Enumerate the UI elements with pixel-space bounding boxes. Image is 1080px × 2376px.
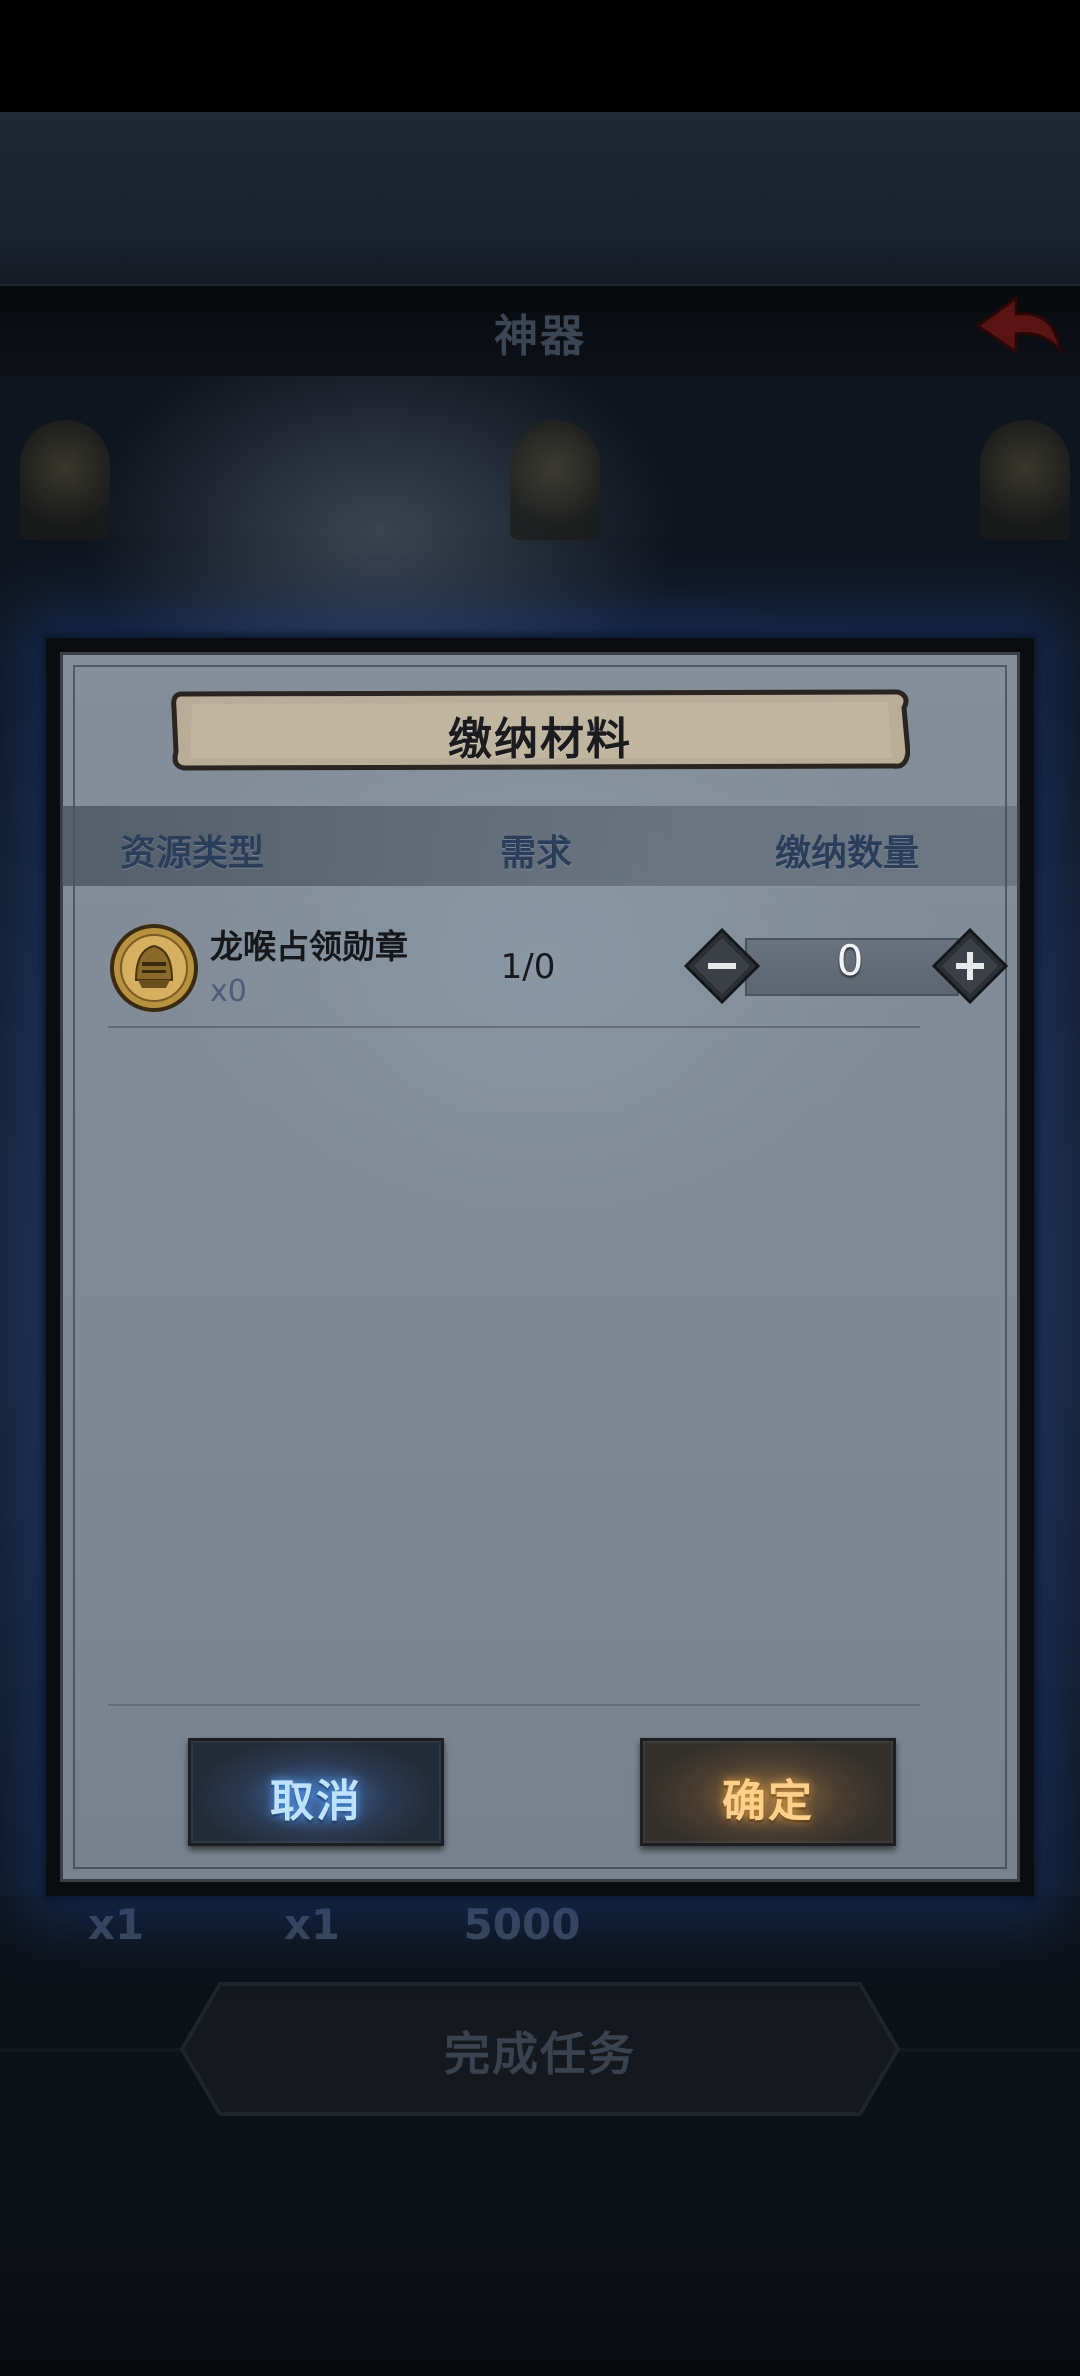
background-lamp	[20, 420, 110, 540]
complete-task-button[interactable]: 完成任务	[180, 2018, 900, 2084]
cancel-button[interactable]: 取消	[188, 1738, 444, 1846]
reward-count: x1	[87, 1900, 145, 1949]
cancel-button-label: 取消	[270, 1776, 362, 1827]
item-owned-count: x0	[210, 974, 247, 1009]
background-rewards: x1 x1 5000	[0, 1900, 1080, 1960]
footer-divider	[108, 1704, 920, 1706]
reward-count: 5000	[463, 1900, 581, 1949]
confirm-button[interactable]: 确定	[640, 1738, 896, 1846]
reward-count: x1	[283, 1900, 341, 1949]
column-header-demand: 需求	[500, 833, 573, 874]
background-lamp	[980, 420, 1070, 540]
status-bar-area	[0, 0, 1080, 112]
column-header-resource-type: 资源类型	[120, 833, 265, 874]
dialog-title: 缴纳材料	[448, 714, 632, 765]
screen: 神器 x1 x1 5000 完成任务 缴纳材料 资源类型 需求 缴纳数量 龙喉占…	[0, 0, 1080, 2376]
helmet-medal-icon	[110, 924, 198, 1012]
background-lamp	[510, 420, 600, 540]
background-page-title: 神器	[494, 311, 586, 362]
row-divider	[108, 1026, 920, 1028]
quantity-value: 0	[836, 936, 864, 985]
item-name: 龙喉占领勋章	[210, 927, 408, 966]
decrease-button[interactable]	[684, 928, 760, 1004]
minus-icon	[708, 963, 736, 969]
back-arrow-icon[interactable]	[970, 290, 1066, 362]
background-top-band	[0, 112, 1080, 284]
confirm-button-label: 确定	[722, 1776, 814, 1827]
increase-button[interactable]	[932, 928, 1008, 1004]
item-demand: 1/0	[500, 947, 556, 987]
column-header-submit-amount: 缴纳数量	[775, 833, 920, 874]
background-bottom	[0, 2200, 1080, 2376]
